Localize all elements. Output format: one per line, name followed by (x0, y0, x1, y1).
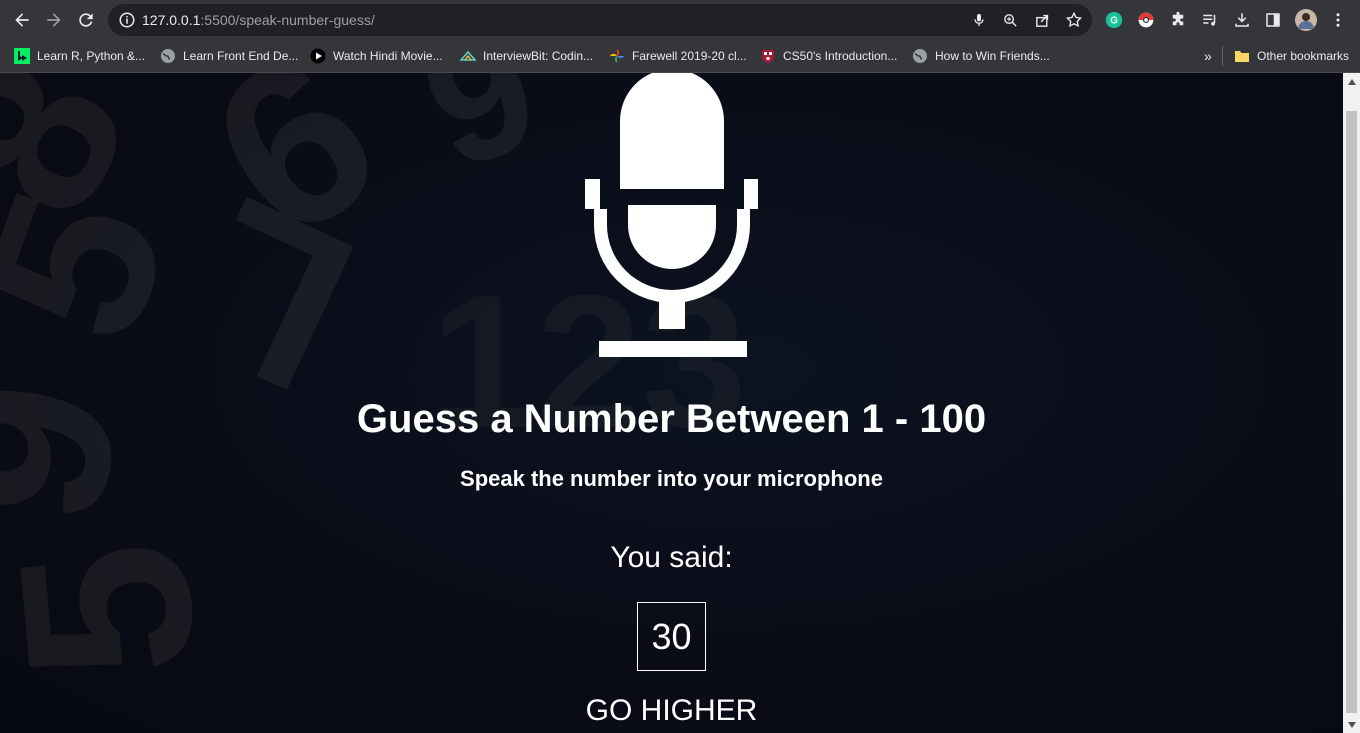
scroll-down-arrow-icon[interactable] (1343, 716, 1360, 733)
reload-button[interactable] (74, 8, 98, 32)
bookmark-item[interactable]: Learn Front End De... (160, 47, 298, 65)
forward-button[interactable] (42, 8, 66, 32)
scrollbar-thumb[interactable] (1346, 111, 1357, 713)
bookmarks-separator (1222, 46, 1223, 66)
arrow-left-icon (15, 13, 29, 27)
extensions-puzzle-icon[interactable] (1167, 9, 1189, 31)
bookmark-label: Watch Hindi Movie... (333, 49, 443, 63)
you-said-label: You said: (610, 541, 733, 574)
harvard-shield-icon (762, 50, 774, 63)
url-text[interactable]: 127.0.0.1:5500/speak-number-guess/ (142, 12, 375, 28)
download-icon[interactable] (1231, 9, 1253, 31)
address-bar[interactable]: 127.0.0.1:5500/speak-number-guess/ (108, 4, 1092, 36)
bookmarks-overflow-button[interactable]: » (1204, 47, 1212, 65)
back-button[interactable] (10, 8, 34, 32)
voice-search-icon[interactable] (970, 11, 988, 29)
pokeball-icon[interactable] (1135, 9, 1157, 31)
interviewbit-icon (460, 50, 476, 61)
other-bookmarks-label: Other bookmarks (1257, 49, 1350, 63)
microphone-icon (585, 73, 758, 357)
url-host: 127.0.0.1 (142, 12, 201, 28)
bookmark-label: Learn Front End De... (183, 49, 299, 63)
bookmark-item[interactable]: Watch Hindi Movie... (310, 47, 443, 65)
page-subtitle: Speak the number into your microphone (460, 466, 883, 491)
spoken-number-box: 30 (637, 602, 706, 671)
pinwheel-icon (610, 49, 624, 63)
other-bookmarks-folder[interactable]: Other bookmarks (1234, 47, 1349, 65)
bookmark-item[interactable]: How to Win Friends... (912, 47, 1050, 65)
bookmark-star-icon[interactable] (1065, 11, 1083, 29)
info-icon[interactable] (118, 11, 136, 29)
bookmark-item[interactable]: InterviewBit: Codin... (460, 47, 593, 65)
folder-icon (1235, 51, 1249, 62)
profile-avatar[interactable] (1295, 9, 1317, 31)
datacamp-icon (14, 48, 30, 64)
chevron-double-right-icon: » (1204, 48, 1212, 64)
media-queue-icon[interactable] (1199, 9, 1221, 31)
guess-hint: GO HIGHER (585, 694, 758, 727)
bookmark-label: InterviewBit: Codin... (483, 49, 594, 63)
menu-kebab-icon[interactable] (1327, 9, 1349, 31)
share-icon[interactable] (1033, 11, 1051, 29)
grammarly-icon[interactable]: G (1103, 9, 1125, 31)
arrow-right-icon (47, 13, 61, 27)
url-path: :5500/speak-number-guess/ (200, 12, 375, 28)
bookmark-item[interactable]: Farewell 2019-20 cl... (609, 47, 747, 65)
page-viewport: 8 6 9 5 L 9 5 123 Guess a Number Between… (0, 73, 1343, 733)
side-panel-icon[interactable] (1262, 9, 1284, 31)
browser-toolbar: 127.0.0.1:5500/speak-number-guess/ G (0, 0, 1360, 40)
vertical-scrollbar[interactable] (1343, 73, 1360, 733)
svg-text:G: G (1110, 16, 1118, 27)
bookmark-label: Farewell 2019-20 cl... (632, 49, 747, 63)
bookmark-label: How to Win Friends... (935, 49, 1050, 63)
bookmark-item[interactable]: Learn R, Python &... (14, 47, 145, 65)
scroll-up-arrow-icon[interactable] (1343, 73, 1360, 90)
spoken-number-value: 30 (651, 615, 692, 657)
bookmark-label: Learn R, Python &... (37, 49, 146, 63)
zoom-icon[interactable] (1001, 11, 1019, 29)
bookmark-label: CS50's Introduction... (783, 49, 898, 63)
globe-icon (161, 49, 175, 63)
bookmark-item[interactable]: CS50's Introduction... (760, 47, 897, 65)
page-title: Guess a Number Between 1 - 100 (356, 397, 987, 441)
play-circle-icon (310, 48, 326, 64)
globe-icon (913, 49, 927, 63)
reload-icon (79, 13, 93, 27)
bookmarks-bar: Learn R, Python &... Learn Front End De.… (0, 40, 1360, 73)
